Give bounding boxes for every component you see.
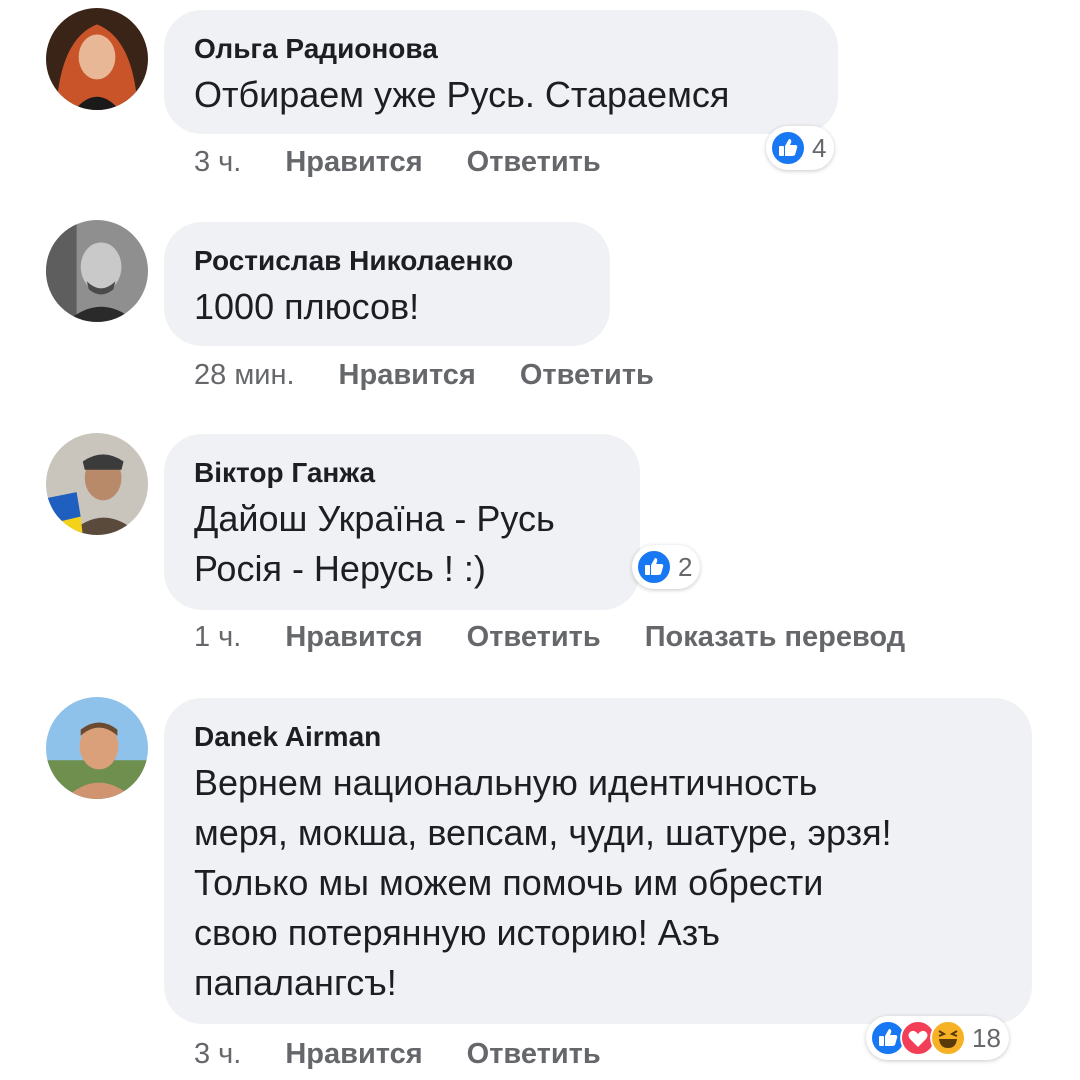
comment-author[interactable]: Ростислав Николаенко [194, 244, 580, 278]
avatar[interactable] [46, 8, 148, 110]
comment-bubble: Danek Airman Вернем национальную идентич… [164, 698, 1032, 1024]
comment-meta: 3 ч. Нравится Ответить [194, 1036, 645, 1072]
reply-button[interactable]: Ответить [467, 621, 601, 653]
comment-time[interactable]: 3 ч. [194, 146, 241, 178]
reply-button[interactable]: Ответить [467, 1038, 601, 1070]
reaction-summary[interactable]: 18 [866, 1016, 1009, 1060]
comment-text: Отбираем уже Русь. Стараемся [194, 74, 730, 115]
comment-author[interactable]: Danek Airman [194, 720, 1002, 754]
comment-text: Вернем национальную идентичность меря, м… [194, 762, 892, 1003]
comment-bubble: Віктор Ганжа Дайош Україна - Русь Росія … [164, 434, 640, 610]
comment-bubble: Ростислав Николаенко 1000 плюсов! [164, 222, 610, 346]
avatar[interactable] [46, 697, 148, 799]
reply-button[interactable]: Ответить [467, 146, 601, 178]
reaction-summary[interactable]: 2 [632, 545, 701, 589]
show-translation-button[interactable]: Показать перевод [645, 621, 905, 653]
like-icon [636, 549, 672, 585]
avatar[interactable] [46, 220, 148, 322]
reply-button[interactable]: Ответить [520, 359, 654, 391]
avatar[interactable] [46, 433, 148, 535]
comment-bubble: Ольга Радионова Отбираем уже Русь. Стара… [164, 10, 838, 134]
like-button[interactable]: Нравится [339, 359, 476, 391]
comment-time[interactable]: 1 ч. [194, 621, 241, 653]
comment-author[interactable]: Ольга Радионова [194, 32, 808, 66]
comment-text: 1000 плюсов! [194, 286, 420, 327]
like-button[interactable]: Нравится [285, 146, 422, 178]
reaction-count: 4 [812, 132, 827, 163]
reaction-count: 2 [678, 551, 693, 582]
comment-meta: 3 ч. Нравится Ответить [194, 144, 645, 180]
comment-text: Дайош Україна - Русь Росія - Нерусь ! :) [194, 498, 555, 589]
like-button[interactable]: Нравится [285, 1038, 422, 1070]
comment-meta: 28 мин. Нравится Ответить [194, 357, 698, 393]
reaction-count: 18 [972, 1022, 1001, 1053]
comment-time[interactable]: 3 ч. [194, 1038, 241, 1070]
reaction-summary[interactable]: 4 [766, 126, 835, 170]
like-icon [770, 130, 806, 166]
comment-time[interactable]: 28 мин. [194, 359, 295, 391]
comment-meta: 1 ч. Нравится Ответить Показать перевод [194, 619, 949, 655]
comment-author[interactable]: Віктор Ганжа [194, 456, 610, 490]
like-button[interactable]: Нравится [285, 621, 422, 653]
haha-icon [930, 1020, 966, 1056]
